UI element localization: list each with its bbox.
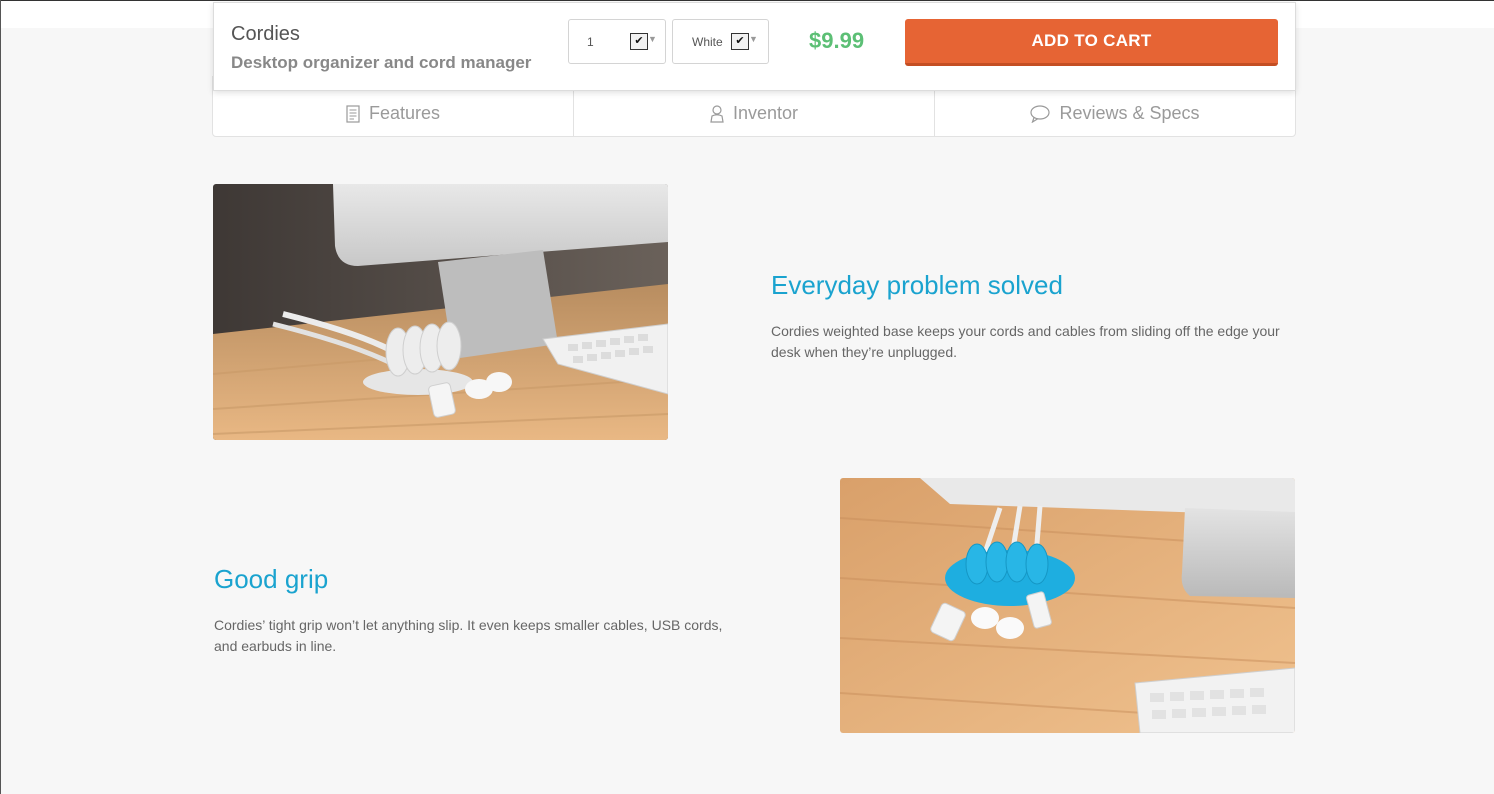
add-to-cart-button[interactable]: ADD TO CART (905, 19, 1278, 66)
quantity-value: 1 (587, 35, 594, 49)
caret-down-icon: ▼ (648, 34, 657, 44)
tab-inventor-label: Inventor (732, 103, 799, 123)
product-photo-blue (840, 478, 1295, 733)
color-select[interactable]: White ✔ ▼ (672, 19, 769, 64)
product-photo-desk (213, 184, 668, 440)
chevron-down-icon[interactable]: ✔ (630, 33, 648, 50)
product-subtitle: Desktop organizer and cord manager (231, 53, 532, 72)
product-name: Cordies (231, 23, 300, 45)
speech-bubble-icon (1030, 104, 1051, 123)
feature-title: Good grip (214, 564, 329, 594)
price: $9.99 (809, 28, 865, 53)
feature-text: Cordies’ tight grip won’t let anything s… (214, 617, 723, 654)
buy-bar: Cordies Desktop organizer and cord manag… (213, 2, 1296, 91)
document-list-icon (346, 104, 360, 123)
caret-down-icon: ▼ (749, 34, 758, 44)
color-value: White (692, 35, 723, 49)
quantity-select[interactable]: 1 ✔ ▼ (568, 19, 666, 64)
feature-title: Everyday problem solved (771, 270, 1063, 300)
window-edge (0, 0, 1, 794)
person-icon (710, 104, 724, 123)
feature-text: Cordies weighted base keeps your cords a… (771, 323, 1280, 360)
chevron-down-icon[interactable]: ✔ (731, 33, 749, 50)
tab-reviews-specs-label: Reviews & Specs (1059, 103, 1200, 123)
tab-features-label: Features (368, 103, 441, 123)
